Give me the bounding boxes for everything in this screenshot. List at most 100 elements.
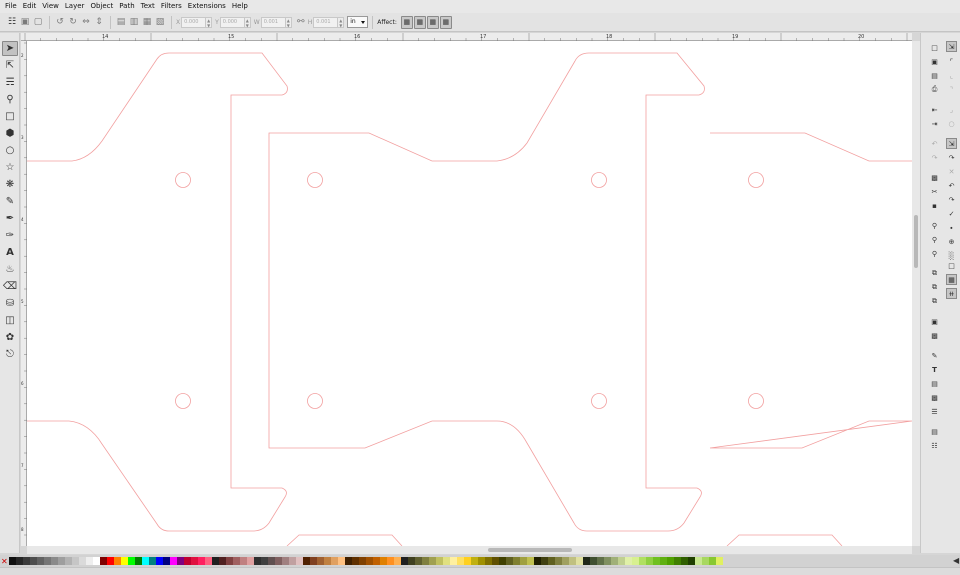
text-font-icon[interactable]: T — [929, 364, 940, 375]
import-icon[interactable]: ⇤ — [929, 104, 940, 115]
palette-swatch[interactable] — [191, 557, 198, 565]
palette-swatch[interactable] — [695, 557, 702, 565]
palette-swatch[interactable] — [604, 557, 611, 565]
palette-swatch[interactable] — [660, 557, 667, 565]
eraser-tool-icon[interactable]: ⌫ — [2, 279, 18, 294]
palette-swatch[interactable] — [219, 557, 226, 565]
palette-swatch[interactable] — [366, 557, 373, 565]
palette-swatch[interactable] — [226, 557, 233, 565]
group-icon[interactable]: ▣ — [929, 316, 940, 327]
palette-swatch[interactable] — [520, 557, 527, 565]
palette-swatch[interactable] — [72, 557, 79, 565]
palette-swatch[interactable] — [275, 557, 282, 565]
palette-swatch[interactable] — [457, 557, 464, 565]
ungroup-icon[interactable]: ▩ — [929, 330, 940, 341]
zoom-selection-icon[interactable]: ⚲ — [929, 220, 940, 231]
palette-swatch[interactable] — [506, 557, 513, 565]
palette-swatch[interactable] — [9, 557, 16, 565]
document-properties-icon[interactable]: ▤ — [929, 426, 940, 437]
hole[interactable] — [591, 172, 607, 188]
part-outline-c[interactable] — [709, 132, 912, 449]
3d-box-tool-icon[interactable]: ⬢ — [2, 126, 18, 141]
zoom-tool-icon[interactable]: ⚲ — [2, 92, 18, 107]
w-spinner[interactable]: ▲ ▼ — [285, 16, 292, 28]
x-input[interactable]: 0.000 — [181, 16, 207, 28]
palette-swatch[interactable] — [492, 557, 499, 565]
palette-swatch[interactable] — [310, 557, 317, 565]
palette-swatch[interactable] — [499, 557, 506, 565]
part-outline-b[interactable] — [268, 52, 705, 532]
palette-swatch[interactable] — [639, 557, 646, 565]
palette-swatch[interactable] — [485, 557, 492, 565]
part-outline-a[interactable] — [27, 52, 288, 532]
palette-swatch[interactable] — [688, 557, 695, 565]
palette-swatch[interactable] — [618, 557, 625, 565]
h-spinner[interactable]: ▲ ▼ — [338, 16, 345, 28]
palette-swatch[interactable] — [422, 557, 429, 565]
palette-swatch[interactable] — [443, 557, 450, 565]
hole[interactable] — [591, 393, 607, 409]
palette-swatch[interactable] — [611, 557, 618, 565]
rotate-cw-icon[interactable]: ↻ — [67, 16, 79, 29]
palette-swatch[interactable] — [16, 557, 23, 565]
palette-swatch[interactable] — [177, 557, 184, 565]
palette-swatch[interactable] — [240, 557, 247, 565]
select-all-layers-icon[interactable]: ▣ — [19, 16, 31, 29]
palette-swatch[interactable] — [380, 557, 387, 565]
menu-filters[interactable]: Filters — [158, 0, 185, 13]
palette-swatch[interactable] — [58, 557, 65, 565]
palette-swatch[interactable] — [79, 557, 86, 565]
snap-bbox-edge-icon[interactable]: ⌞ — [946, 70, 957, 81]
palette-swatch[interactable] — [100, 557, 107, 565]
save-icon[interactable]: ▤ — [929, 70, 940, 81]
palette-swatch[interactable] — [436, 557, 443, 565]
new-document-icon[interactable]: □ — [929, 42, 940, 53]
snap-midpoints-icon[interactable]: ✓ — [946, 208, 957, 219]
rectangle-tool-icon[interactable]: □ — [2, 109, 18, 124]
spray-tool-icon[interactable]: ♨ — [2, 262, 18, 277]
cut-icon[interactable]: ✂ — [929, 186, 940, 197]
menu-object[interactable]: Object — [87, 0, 116, 13]
menu-edit[interactable]: Edit — [20, 0, 40, 13]
palette-swatch[interactable] — [632, 557, 639, 565]
snap-toggle-icon[interactable]: ⇲ — [946, 41, 957, 52]
palette-swatch[interactable] — [303, 557, 310, 565]
snap-bbox-midpoint-icon[interactable]: ⌟ — [946, 104, 957, 115]
palette-swatch[interactable] — [478, 557, 485, 565]
vertical-scrollbar[interactable] — [912, 41, 920, 546]
raise-icon[interactable]: ▥ — [128, 16, 140, 29]
redo-icon[interactable]: ↷ — [929, 152, 940, 163]
palette-swatch[interactable] — [555, 557, 562, 565]
palette-swatch[interactable] — [401, 557, 408, 565]
palette-swatch[interactable] — [345, 557, 352, 565]
unlink-clone-icon[interactable]: ⧉ — [929, 296, 940, 307]
palette-swatch[interactable] — [282, 557, 289, 565]
menu-text[interactable]: Text — [138, 0, 158, 13]
palette-swatch[interactable] — [254, 557, 261, 565]
ellipse-tool-icon[interactable]: ○ — [2, 143, 18, 158]
palette-swatch[interactable] — [625, 557, 632, 565]
horizontal-scrollbar[interactable] — [27, 546, 912, 554]
palette-swatch[interactable] — [387, 557, 394, 565]
palette-swatch[interactable] — [471, 557, 478, 565]
snap-intersections-icon[interactable]: ✕ — [946, 166, 957, 177]
palette-swatch[interactable] — [527, 557, 534, 565]
palette-swatch[interactable] — [163, 557, 170, 565]
palette-swatch[interactable] — [247, 557, 254, 565]
y-input[interactable]: 0.000 — [219, 16, 245, 28]
flip-vertical-icon[interactable]: ⇕ — [93, 16, 105, 29]
palette-swatch[interactable] — [373, 557, 380, 565]
snap-paths-icon[interactable]: ↷ — [946, 152, 957, 163]
palette-swatch[interactable] — [93, 557, 100, 565]
palette-swatch[interactable] — [128, 557, 135, 565]
palette-swatch[interactable] — [646, 557, 653, 565]
palette-swatch[interactable] — [121, 557, 128, 565]
palette-swatch[interactable] — [674, 557, 681, 565]
palette-swatch[interactable] — [597, 557, 604, 565]
open-icon[interactable]: ▣ — [929, 56, 940, 67]
calligraphy-tool-icon[interactable]: ✑ — [2, 228, 18, 243]
palette-swatch[interactable] — [562, 557, 569, 565]
palette-swatch[interactable] — [156, 557, 163, 565]
palette-swatch[interactable] — [709, 557, 716, 565]
palette-swatch[interactable] — [170, 557, 177, 565]
